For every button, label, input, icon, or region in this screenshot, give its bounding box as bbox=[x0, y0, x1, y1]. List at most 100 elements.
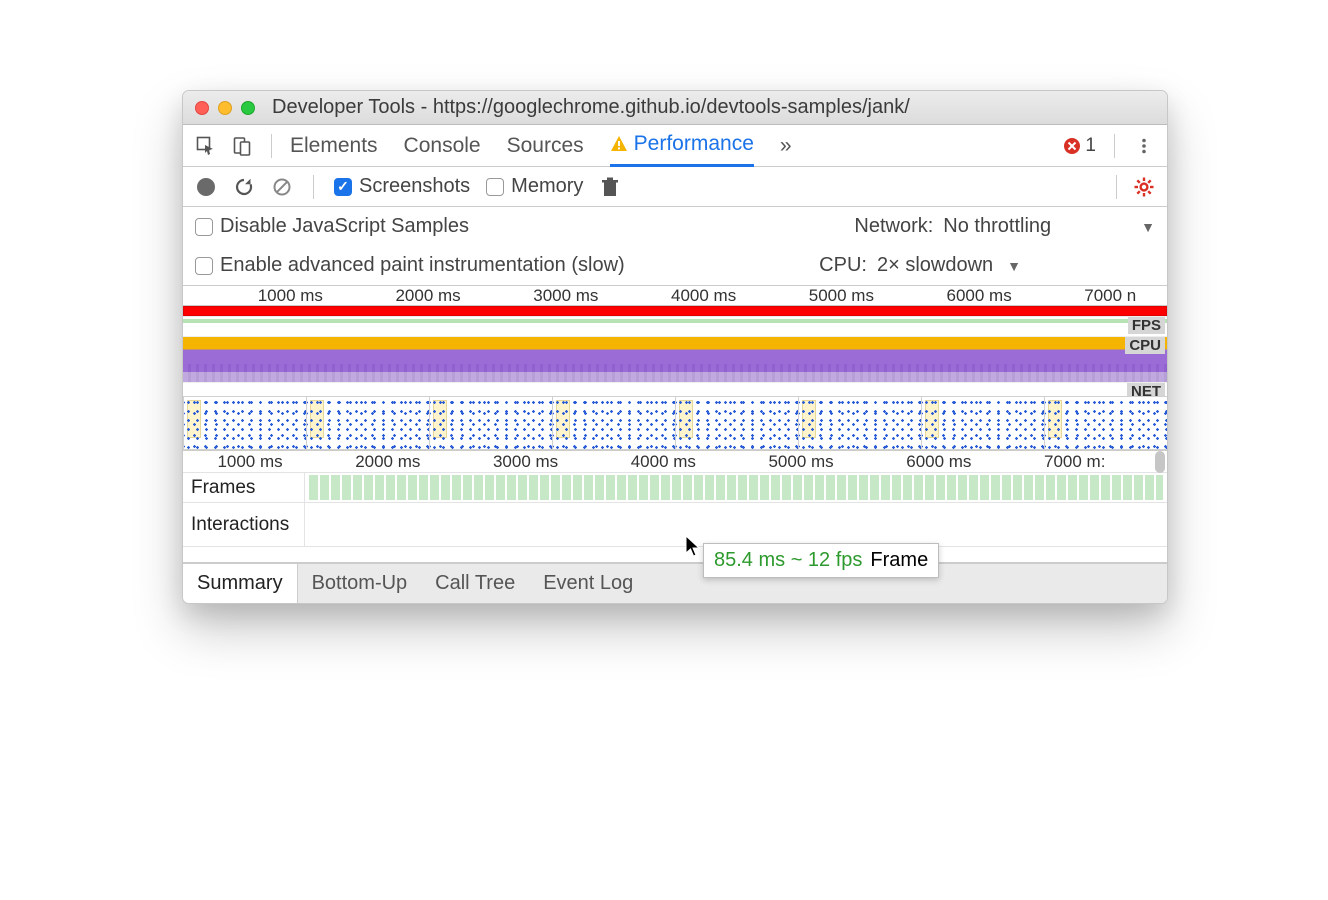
tab-call-tree[interactable]: Call Tree bbox=[421, 564, 529, 603]
fps-track: FPS bbox=[183, 316, 1167, 336]
tab-event-log[interactable]: Event Log bbox=[529, 564, 647, 603]
window-title: Developer Tools - https://googlechrome.g… bbox=[272, 96, 910, 119]
ruler-tick: 2000 ms bbox=[395, 286, 460, 306]
paint-instr-label: Enable advanced paint instrumentation (s… bbox=[220, 254, 625, 277]
ruler-tick: 6000 ms bbox=[906, 452, 971, 472]
screenshot-thumb[interactable] bbox=[1044, 396, 1168, 450]
panel-tabs: Elements Console Sources Performance » bbox=[290, 125, 792, 167]
memory-label: Memory bbox=[511, 175, 583, 198]
frames-row-label: Frames bbox=[183, 473, 305, 502]
screenshot-thumb[interactable] bbox=[429, 396, 553, 450]
flamechart-gap bbox=[183, 547, 1167, 563]
long-frame-indicator bbox=[183, 306, 1167, 316]
error-count-badge[interactable]: 1 bbox=[1063, 135, 1096, 157]
interactions-row-label: Interactions bbox=[183, 503, 305, 546]
cpu-track-label: CPU bbox=[1125, 337, 1165, 354]
flamechart-area[interactable]: 1000 ms 2000 ms 3000 ms 4000 ms 5000 ms … bbox=[183, 451, 1167, 563]
screenshot-thumb[interactable] bbox=[183, 396, 307, 450]
screenshot-thumb[interactable] bbox=[552, 396, 676, 450]
capture-settings: Disable JavaScript Samples Network: No t… bbox=[183, 207, 1167, 286]
paint-instrumentation-toggle[interactable]: Enable advanced paint instrumentation (s… bbox=[195, 254, 625, 277]
ruler-tick: 1000 ms bbox=[258, 286, 323, 306]
network-value: No throttling bbox=[943, 215, 1051, 238]
ruler-tick: 4000 ms bbox=[631, 452, 696, 472]
disable-js-samples-toggle[interactable]: Disable JavaScript Samples bbox=[195, 215, 469, 238]
clear-button[interactable] bbox=[271, 176, 293, 198]
record-button[interactable] bbox=[195, 176, 217, 198]
screenshot-thumb[interactable] bbox=[798, 396, 922, 450]
traffic-light-close[interactable] bbox=[195, 101, 209, 115]
frames-row[interactable]: Frames bbox=[183, 473, 1167, 503]
panel-tabbar: Elements Console Sources Performance » 1 bbox=[183, 125, 1167, 167]
reload-record-button[interactable] bbox=[233, 176, 255, 198]
screenshot-thumb[interactable] bbox=[675, 396, 799, 450]
screenshots-label: Screenshots bbox=[359, 175, 470, 198]
detail-ruler[interactable]: 1000 ms 2000 ms 3000 ms 4000 ms 5000 ms … bbox=[183, 451, 1167, 473]
vertical-scrollbar-thumb[interactable] bbox=[1155, 451, 1165, 473]
error-count-value: 1 bbox=[1085, 135, 1096, 157]
ruler-tick: 5000 ms bbox=[809, 286, 874, 306]
tab-elements[interactable]: Elements bbox=[290, 125, 378, 167]
traffic-light-zoom[interactable] bbox=[241, 101, 255, 115]
checkbox-icon[interactable] bbox=[195, 218, 213, 236]
ruler-tick: 5000 ms bbox=[768, 452, 833, 472]
ruler-tick: 1000 ms bbox=[217, 452, 282, 472]
error-icon bbox=[1063, 137, 1081, 155]
kebab-menu-icon[interactable] bbox=[1133, 135, 1155, 157]
cpu-throttle-select[interactable]: 2× slowdown ▼ bbox=[877, 254, 1021, 277]
ruler-tick: 2000 ms bbox=[355, 452, 420, 472]
traffic-light-minimize[interactable] bbox=[218, 101, 232, 115]
inspect-element-icon[interactable] bbox=[195, 135, 217, 157]
divider bbox=[1116, 175, 1117, 199]
checkbox-icon[interactable] bbox=[486, 178, 504, 196]
fps-track-label: FPS bbox=[1128, 317, 1165, 334]
disable-js-label: Disable JavaScript Samples bbox=[220, 215, 469, 238]
chevron-down-icon: ▼ bbox=[1007, 258, 1021, 274]
tab-summary[interactable]: Summary bbox=[183, 564, 298, 603]
collect-garbage-icon[interactable] bbox=[599, 176, 621, 198]
overview-ruler[interactable]: 1000 ms 2000 ms 3000 ms 4000 ms 5000 ms … bbox=[183, 286, 1167, 306]
ruler-tick: 3000 ms bbox=[493, 452, 558, 472]
tooltip-timing: 85.4 ms ~ 12 fps bbox=[714, 549, 862, 572]
ruler-tick: 4000 ms bbox=[671, 286, 736, 306]
interactions-row[interactable]: Interactions 85.4 ms ~ 12 fps Frame bbox=[183, 503, 1167, 547]
warning-icon bbox=[610, 135, 628, 153]
tab-sources[interactable]: Sources bbox=[507, 125, 584, 167]
divider bbox=[271, 134, 272, 158]
network-throttle-select[interactable]: No throttling ▼ bbox=[943, 215, 1155, 238]
network-label: Network: bbox=[854, 215, 933, 238]
ruler-tick: 6000 ms bbox=[947, 286, 1012, 306]
screenshots-toggle[interactable]: Screenshots bbox=[334, 175, 470, 198]
divider bbox=[1114, 134, 1115, 158]
ruler-tick: 7000 n bbox=[1084, 286, 1136, 306]
frame-tooltip: 85.4 ms ~ 12 fps Frame bbox=[703, 543, 939, 578]
cpu-track: CPU bbox=[183, 336, 1167, 382]
checkbox-icon[interactable] bbox=[334, 178, 352, 196]
tabs-overflow[interactable]: » bbox=[780, 125, 792, 167]
checkbox-icon[interactable] bbox=[195, 257, 213, 275]
titlebar: Developer Tools - https://googlechrome.g… bbox=[183, 91, 1167, 125]
tab-performance-label: Performance bbox=[634, 132, 754, 156]
screenshot-thumb[interactable] bbox=[921, 396, 1045, 450]
chevron-down-icon: ▼ bbox=[1141, 219, 1155, 235]
details-tabs: Summary Bottom-Up Call Tree Event Log bbox=[183, 563, 1167, 603]
net-track: NET bbox=[183, 382, 1167, 396]
tab-performance[interactable]: Performance bbox=[610, 125, 754, 167]
devtools-window: Developer Tools - https://googlechrome.g… bbox=[182, 90, 1168, 604]
tab-console[interactable]: Console bbox=[404, 125, 481, 167]
ruler-tick: 7000 m: bbox=[1044, 452, 1105, 472]
cpu-value: 2× slowdown bbox=[877, 254, 993, 277]
memory-toggle[interactable]: Memory bbox=[486, 175, 583, 198]
screenshot-thumb[interactable] bbox=[306, 396, 430, 450]
frames-bars[interactable] bbox=[309, 475, 1163, 500]
ruler-tick: 3000 ms bbox=[533, 286, 598, 306]
capture-settings-icon[interactable] bbox=[1133, 176, 1155, 198]
timeline-overview[interactable]: 1000 ms 2000 ms 3000 ms 4000 ms 5000 ms … bbox=[183, 286, 1167, 451]
tab-bottom-up[interactable]: Bottom-Up bbox=[298, 564, 422, 603]
screenshot-filmstrip[interactable] bbox=[183, 396, 1167, 450]
device-toggle-icon[interactable] bbox=[231, 135, 253, 157]
perf-toolbar: Screenshots Memory bbox=[183, 167, 1167, 207]
divider bbox=[313, 175, 314, 199]
tooltip-kind: Frame bbox=[870, 549, 928, 572]
cpu-label: CPU: bbox=[819, 254, 867, 277]
